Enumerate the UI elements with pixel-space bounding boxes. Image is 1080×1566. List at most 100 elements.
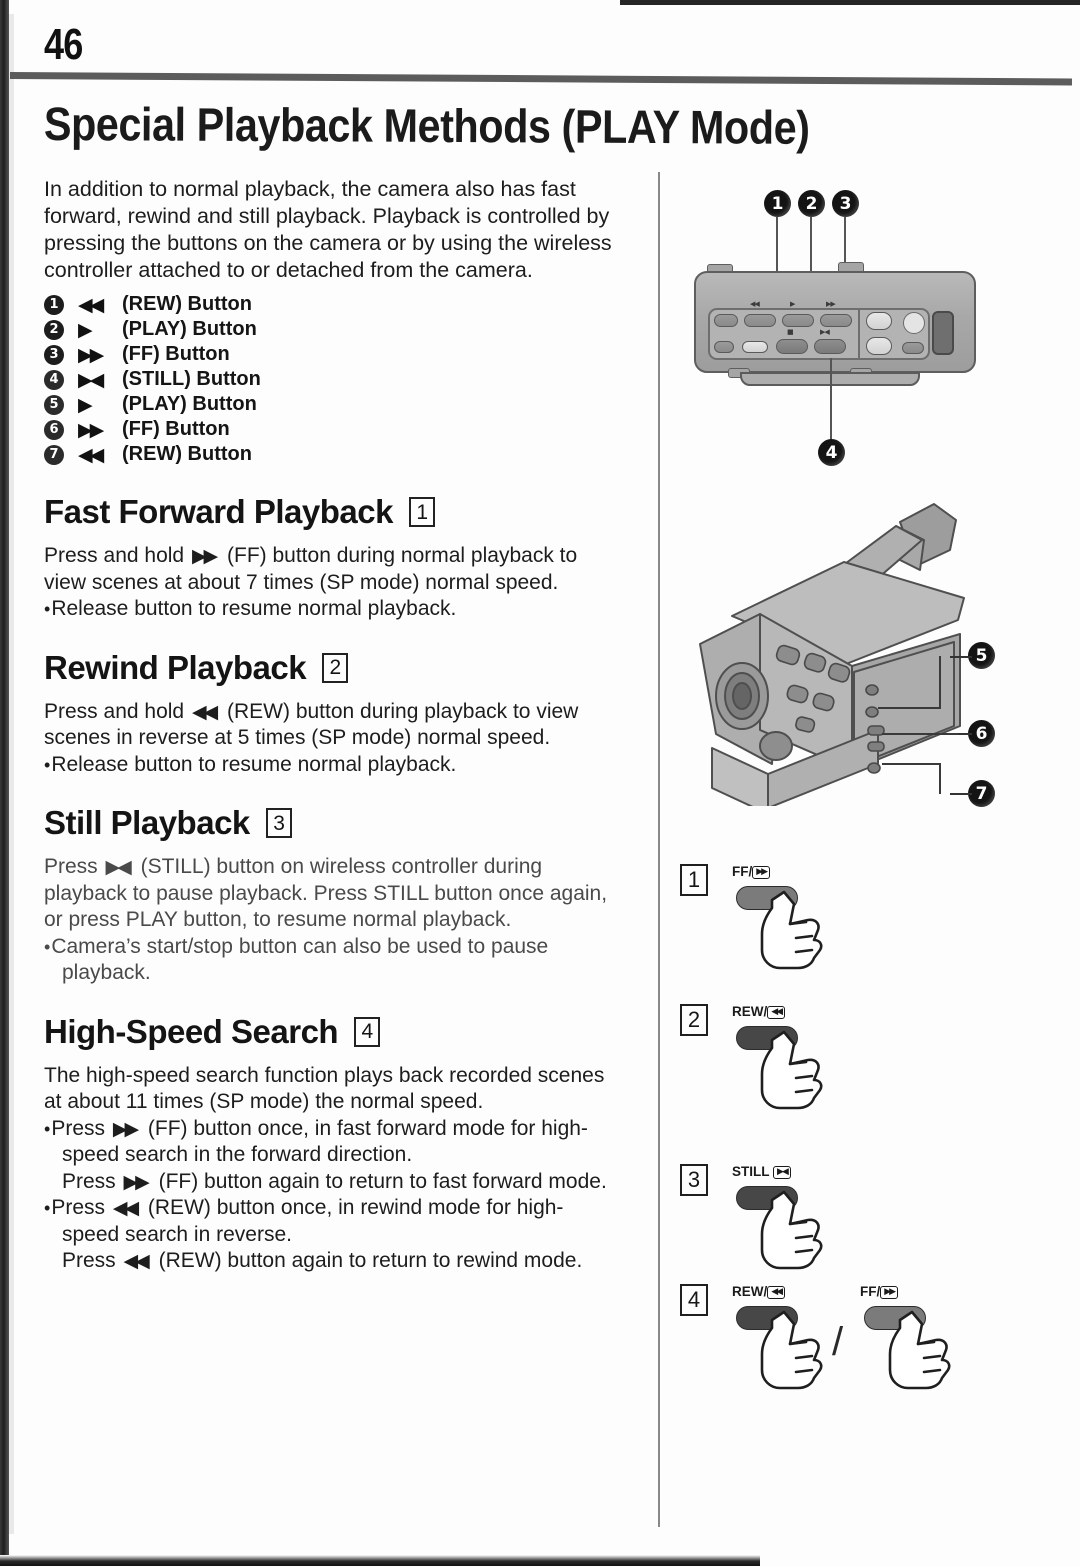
section-heading-text: Still Playback [44, 804, 250, 841]
press-button-label-icon: ▶▶ [752, 865, 771, 879]
key-aux-4 [902, 342, 924, 354]
section-heading: Fast Forward Playback 1 [44, 493, 632, 531]
section-step-badge: 4 [354, 1016, 381, 1047]
legend-circle-1: 1 [44, 294, 64, 315]
legend-circle-5: 5 [44, 394, 64, 415]
button-legend-row: 5 ▶ (PLAY) Button [44, 392, 632, 417]
numbered-button-legend: 1 ◀◀ (REW) Button 2 ▶ (PLAY) Button 3 ▶▶ (FF) Bu… [44, 292, 632, 467]
press-step-separator: / [832, 1320, 844, 1364]
line-post-text: (REW) button again to return to rewind m… [152, 1249, 583, 1272]
body-line: scenes in reverse at 5 times (SP mode) n… [44, 726, 551, 749]
press-button-label: REW/◀◀ [732, 1284, 786, 1299]
key-icon-play: ▶ [790, 300, 795, 308]
leader-line-7 [950, 793, 972, 795]
line-pre-text: Press [51, 1196, 111, 1219]
key-aux-1 [714, 314, 738, 327]
leader-line-6 [958, 733, 972, 735]
page-title: Special Playback Methods (PLAY Mode) [43, 96, 810, 154]
callout-6: 6 [968, 720, 995, 747]
leader-line-5 [950, 656, 972, 658]
key-stop [776, 339, 808, 354]
body-line-with-glyph: Press ▶▶ (FF) button again to return to … [44, 1169, 632, 1196]
inline-transport-glyph: ▶▶ [191, 545, 218, 567]
bullet-line: Release button to resume normal playback… [44, 596, 632, 623]
line-post-text: (FF) button during normal playback to [221, 544, 578, 567]
pressing-hand-icon [760, 1190, 823, 1270]
press-step-badge: 2 [680, 1004, 708, 1036]
legend-circle-4: 4 [44, 369, 64, 390]
key-icon-stop: ■ [787, 328, 794, 336]
button-legend-row: 2 ▶ (PLAY) Button [44, 317, 632, 342]
body-line-with-glyph: Press and hold ▶▶ (FF) button during nor… [44, 543, 632, 570]
section-high-speed-search: High-Speed Search 4 The high-speed search … [44, 1013, 632, 1275]
press-button-label-text: STILL [732, 1164, 774, 1179]
page-bottom-edge-shadow [0, 1555, 760, 1566]
keypad-divider [858, 310, 860, 360]
legend-label-6: (FF) Button [122, 418, 230, 440]
key-icon-rew: ◀◀ [750, 300, 760, 308]
body-line-with-glyph: Press and hold ◀◀ (REW) button during pl… [44, 699, 632, 726]
legend-circle-7: 7 [44, 444, 64, 465]
pressing-hand-icon [760, 1030, 823, 1110]
callout-4: 4 [818, 439, 845, 466]
press-step-3: 3 STILL ▶◀ [680, 1164, 1040, 1284]
callout-1: 1 [764, 190, 791, 217]
line-pre-text: Press and hold [44, 699, 190, 723]
callout-2: 2 [798, 190, 825, 217]
key-still [814, 339, 846, 354]
callout-5: 5 [968, 642, 995, 669]
press-button-label: FF/▶▶ [860, 1284, 899, 1299]
inline-transport-glyph: ▶▶ [123, 1170, 150, 1193]
page-top-edge-shadow [620, 0, 1080, 5]
header-rule [9, 72, 1073, 86]
press-button-label-icon: ▶▶ [880, 1285, 899, 1299]
column-divider [658, 172, 660, 1527]
left-text-column: In addition to normal playback, the came… [44, 176, 632, 1275]
inline-transport-glyph: ▶◀ [105, 856, 132, 878]
section-still-playback: Still Playback 3 Press ▶◀ (STILL) button o… [44, 804, 632, 987]
line-post-text: (REW) button during playback to view [221, 699, 579, 723]
legend-label-2: (PLAY) Button [122, 318, 257, 340]
camcorder-side-view-diagram: 5 6 7 [672, 476, 1072, 815]
body-line: playback to pause playback. Press STILL … [44, 881, 608, 905]
legend-glyph-1: ◀◀ [78, 293, 104, 316]
body-line-with-glyph: Press ▶▶ (FF) button once, in fast forwa… [44, 1116, 632, 1143]
section-heading: Rewind Playback 2 [44, 649, 632, 687]
press-button-label: STILL ▶◀ [732, 1164, 791, 1179]
section-heading-text: Fast Forward Playback [44, 493, 393, 530]
legend-glyph-3: ▶▶ [78, 343, 104, 366]
camera-dial-knob [903, 312, 925, 334]
press-step-2: 2 REW/◀◀ [680, 1004, 1040, 1124]
button-legend-row: 7 ◀◀ (REW) Button [44, 442, 632, 467]
section-heading: High-Speed Search 4 [44, 1013, 632, 1051]
legend-label-4: (STILL) Button [122, 368, 261, 390]
section-step-badge: 1 [408, 497, 435, 527]
callout-3: 3 [832, 190, 859, 217]
key-play [782, 314, 814, 327]
pressing-hand-icon [760, 1310, 823, 1390]
line-post-text: (REW) button once, in rewind mode for hi… [142, 1196, 564, 1219]
legend-glyph-4: ▶◀ [78, 368, 104, 391]
section-heading-text: Rewind Playback [44, 648, 307, 686]
legend-label-1: (REW) Button [122, 293, 252, 315]
callout-7: 7 [968, 780, 995, 807]
body-line: at about 11 times (SP mode) the normal s… [44, 1090, 484, 1113]
press-step-badge: 3 [680, 1164, 708, 1196]
press-button-label: FF/▶▶ [732, 864, 771, 879]
body-line: or press PLAY button, to resume normal p… [44, 908, 512, 931]
legend-glyph-5: ▶ [78, 393, 93, 416]
key-ff [820, 314, 852, 327]
body-line: view scenes at about 7 times (SP mode) n… [44, 570, 559, 594]
key-menu-lower [866, 337, 892, 355]
legend-circle-6: 6 [44, 419, 64, 440]
body-line-with-glyph: Press ◀◀ (REW) button again to return to… [44, 1248, 632, 1275]
inline-transport-glyph: ▶▶ [112, 1117, 139, 1140]
legend-label-7: (REW) Button [122, 443, 252, 465]
button-legend-row: 6 ▶▶ (FF) Button [44, 417, 632, 442]
press-step-badge: 4 [680, 1284, 708, 1316]
line-pre-text: Press [62, 1249, 122, 1272]
key-aux-2 [714, 341, 734, 353]
press-button-label-icon: ▶◀ [773, 1165, 791, 1179]
inline-transport-glyph: ◀◀ [191, 700, 218, 723]
section-rewind-playback: Rewind Playback 2 Press and hold ◀◀ (REW) … [44, 649, 632, 779]
